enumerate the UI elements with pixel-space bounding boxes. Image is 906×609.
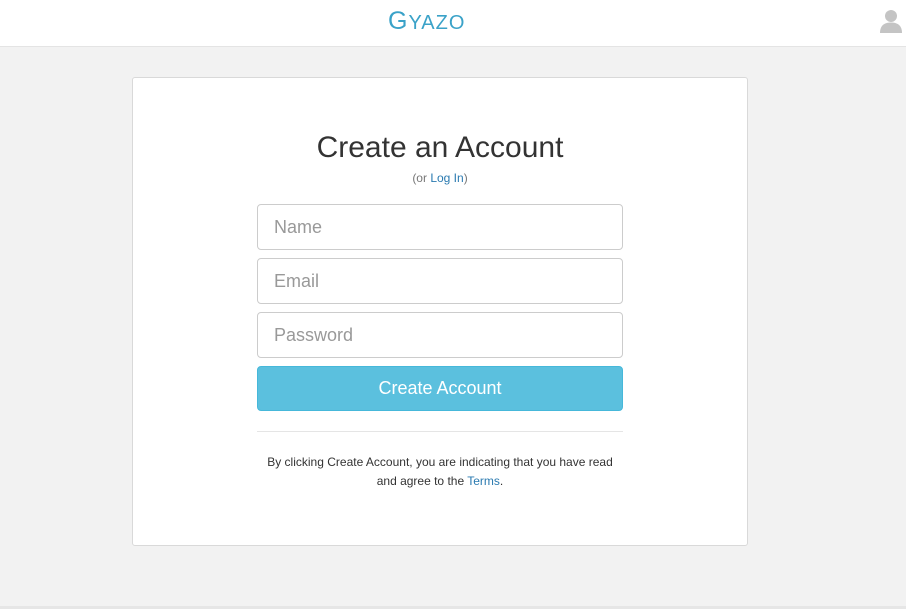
name-field[interactable]: [257, 204, 623, 250]
terms-line-2-suffix: .: [499, 474, 504, 488]
divider: [257, 431, 623, 432]
terms-line-1: By clicking Create Account, you are indi…: [267, 455, 613, 469]
logo-first-letter: G: [388, 7, 409, 35]
top-bar: GYAZO: [0, 0, 906, 47]
gyazo-logo[interactable]: GYAZO: [388, 6, 465, 36]
terms-line-2-prefix: and agree to the: [376, 474, 468, 488]
user-menu-button[interactable]: [878, 8, 904, 34]
signup-card: Create an Account (or Log In) Create Acc…: [132, 77, 748, 546]
password-field[interactable]: [257, 312, 623, 358]
terms-link[interactable]: Terms: [467, 474, 500, 488]
email-field[interactable]: [257, 258, 623, 304]
login-hint-suffix: ): [463, 171, 468, 185]
create-account-button[interactable]: Create Account: [257, 366, 623, 411]
login-hint-prefix: (or: [412, 171, 431, 185]
login-hint: (or Log In): [133, 170, 747, 186]
page-title: Create an Account: [316, 131, 564, 164]
logo-rest: YAZO: [408, 12, 466, 34]
login-link[interactable]: Log In: [430, 171, 463, 185]
user-icon: [880, 10, 902, 33]
terms-notice: By clicking Create Account, you are indi…: [257, 453, 623, 491]
